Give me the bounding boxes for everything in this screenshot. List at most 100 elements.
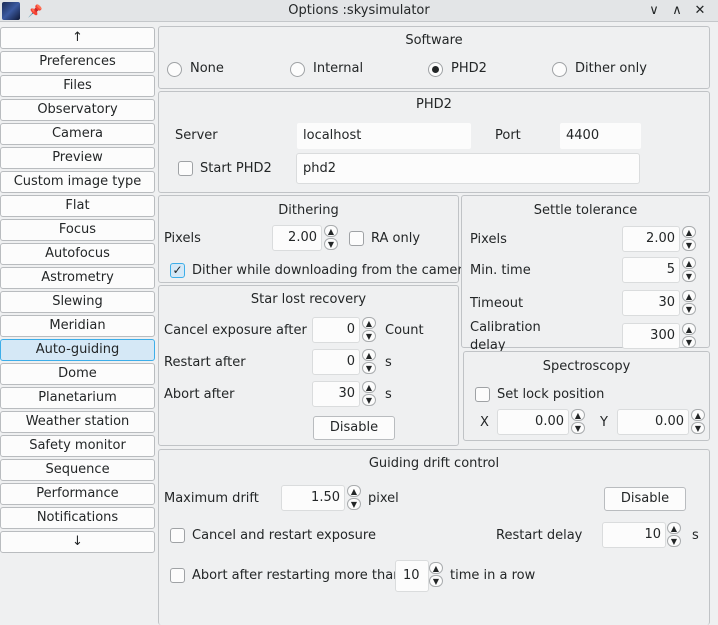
sidebar-item-notifications[interactable]: Notifications: [0, 507, 155, 529]
radio-internal[interactable]: [290, 62, 305, 77]
cancel-exposure-input[interactable]: 0: [312, 317, 360, 343]
settle-pixels-spinner[interactable]: ▲ ▼: [682, 226, 696, 252]
spin-down-icon[interactable]: ▼: [682, 270, 696, 282]
calibration-delay-input[interactable]: 300: [622, 323, 680, 349]
minimize-button[interactable]: ∨: [644, 1, 664, 21]
timeout-input[interactable]: 30: [622, 290, 680, 316]
spin-up-icon[interactable]: ▲: [682, 290, 696, 302]
sidebar-item-performance[interactable]: Performance: [0, 483, 155, 505]
abort-restarting-unit: time in a row: [450, 568, 536, 583]
sidebar-item-custom-image-type[interactable]: Custom image type: [0, 171, 155, 193]
phd2-command-input[interactable]: phd2: [296, 153, 640, 184]
spin-down-icon[interactable]: ▼: [362, 394, 376, 406]
max-drift-input[interactable]: 1.50: [281, 485, 345, 511]
spin-down-icon[interactable]: ▼: [362, 362, 376, 374]
settle-pixels-label: Pixels: [470, 232, 507, 247]
spin-up-icon[interactable]: ▲: [667, 522, 681, 534]
ra-only-checkbox[interactable]: [349, 231, 364, 246]
restart-after-unit: s: [385, 355, 392, 370]
abort-after-input[interactable]: 30: [312, 381, 360, 407]
spin-down-icon[interactable]: ▼: [362, 330, 376, 342]
sidebar-item-autofocus[interactable]: Autofocus: [0, 243, 155, 265]
restart-delay-spinner[interactable]: ▲ ▼: [667, 522, 681, 548]
lock-x-spinner[interactable]: ▲ ▼: [571, 409, 585, 435]
sidebar-item-auto-guiding[interactable]: Auto-guiding: [0, 339, 155, 361]
dither-pixels-label: Pixels: [164, 231, 201, 246]
lock-y-spinner[interactable]: ▲ ▼: [691, 409, 705, 435]
port-input[interactable]: 4400: [559, 122, 642, 150]
ra-only-label: RA only: [371, 231, 421, 246]
spin-up-icon[interactable]: ▲: [682, 257, 696, 269]
drift-disable-button[interactable]: Disable: [604, 487, 686, 511]
sidebar-item-slewing[interactable]: Slewing: [0, 291, 155, 313]
spin-down-icon[interactable]: ▼: [682, 336, 696, 348]
spin-up-icon[interactable]: ▲: [429, 562, 443, 574]
sidebar-item-astrometry[interactable]: Astrometry: [0, 267, 155, 289]
abort-after-spinner[interactable]: ▲ ▼: [362, 381, 376, 407]
set-lock-checkbox[interactable]: [475, 387, 490, 402]
cancel-exposure-label: Cancel exposure after: [164, 323, 307, 338]
spin-down-icon[interactable]: ▼: [682, 239, 696, 251]
spin-up-icon[interactable]: ▲: [362, 381, 376, 393]
spin-up-icon[interactable]: ▲: [347, 485, 361, 497]
dither-downloading-checkbox[interactable]: ✓: [170, 263, 185, 278]
spin-up-icon[interactable]: ▲: [324, 225, 338, 237]
spin-down-icon[interactable]: ▼: [682, 303, 696, 315]
spin-up-icon[interactable]: ▲: [362, 317, 376, 329]
sidebar-item-meridian[interactable]: Meridian: [0, 315, 155, 337]
min-time-spinner[interactable]: ▲ ▼: [682, 257, 696, 283]
restart-after-spinner[interactable]: ▲ ▼: [362, 349, 376, 375]
sidebar-item-dome[interactable]: Dome: [0, 363, 155, 385]
sidebar-item-camera[interactable]: Camera: [0, 123, 155, 145]
calibration-delay-spinner[interactable]: ▲ ▼: [682, 323, 696, 349]
star-lost-disable-button[interactable]: Disable: [313, 416, 395, 440]
min-time-input[interactable]: 5: [622, 257, 680, 283]
settle-pixels-input[interactable]: 2.00: [622, 226, 680, 252]
sidebar-item-focus[interactable]: Focus: [0, 219, 155, 241]
cancel-restart-checkbox[interactable]: [170, 528, 185, 543]
sidebar-item-safety-monitor[interactable]: Safety monitor: [0, 435, 155, 457]
restart-delay-input[interactable]: 10: [602, 522, 666, 548]
abort-restarting-spinner[interactable]: ▲ ▼: [429, 562, 443, 588]
spin-down-icon[interactable]: ▼: [429, 575, 443, 587]
sidebar-item-preview[interactable]: Preview: [0, 147, 155, 169]
cancel-exposure-spinner[interactable]: ▲ ▼: [362, 317, 376, 343]
max-drift-spinner[interactable]: ▲ ▼: [347, 485, 361, 511]
set-lock-label: Set lock position: [497, 387, 605, 402]
spin-up-icon[interactable]: ▲: [682, 323, 696, 335]
sidebar-item-sequence[interactable]: Sequence: [0, 459, 155, 481]
spin-up-icon[interactable]: ▲: [691, 409, 705, 421]
sidebar-item-flat[interactable]: Flat: [0, 195, 155, 217]
server-input[interactable]: localhost: [296, 122, 472, 150]
dither-downloading-label: Dither while downloading from the camera: [192, 263, 471, 278]
abort-restarting-input[interactable]: 10: [395, 560, 429, 592]
spin-up-icon[interactable]: ▲: [571, 409, 585, 421]
abort-restarting-checkbox[interactable]: [170, 568, 185, 583]
radio-dither-only[interactable]: [552, 62, 567, 77]
dither-pixels-spinner[interactable]: ▲ ▼: [324, 225, 338, 251]
radio-none[interactable]: [167, 62, 182, 77]
radio-phd2[interactable]: [428, 62, 443, 77]
start-phd2-checkbox[interactable]: [178, 161, 193, 176]
spin-down-icon[interactable]: ▼: [347, 498, 361, 510]
spin-up-icon[interactable]: ▲: [682, 226, 696, 238]
sidebar-item-preferences[interactable]: Preferences: [0, 51, 155, 73]
sidebar-item-observatory[interactable]: Observatory: [0, 99, 155, 121]
timeout-spinner[interactable]: ▲ ▼: [682, 290, 696, 316]
scroll-down-button[interactable]: ↓: [0, 531, 155, 553]
spin-up-icon[interactable]: ▲: [362, 349, 376, 361]
spin-down-icon[interactable]: ▼: [571, 422, 585, 434]
spin-down-icon[interactable]: ▼: [667, 535, 681, 547]
sidebar-item-files[interactable]: Files: [0, 75, 155, 97]
lock-y-input[interactable]: 0.00: [617, 409, 689, 435]
sidebar-item-weather-station[interactable]: Weather station: [0, 411, 155, 433]
maximize-button[interactable]: ∧: [667, 1, 687, 21]
scroll-up-button[interactable]: ↑: [0, 27, 155, 49]
spin-down-icon[interactable]: ▼: [324, 238, 338, 250]
spin-down-icon[interactable]: ▼: [691, 422, 705, 434]
lock-x-input[interactable]: 0.00: [497, 409, 569, 435]
close-button[interactable]: ✕: [690, 1, 710, 21]
dither-pixels-input[interactable]: 2.00: [272, 225, 322, 251]
sidebar-item-planetarium[interactable]: Planetarium: [0, 387, 155, 409]
restart-after-input[interactable]: 0: [312, 349, 360, 375]
